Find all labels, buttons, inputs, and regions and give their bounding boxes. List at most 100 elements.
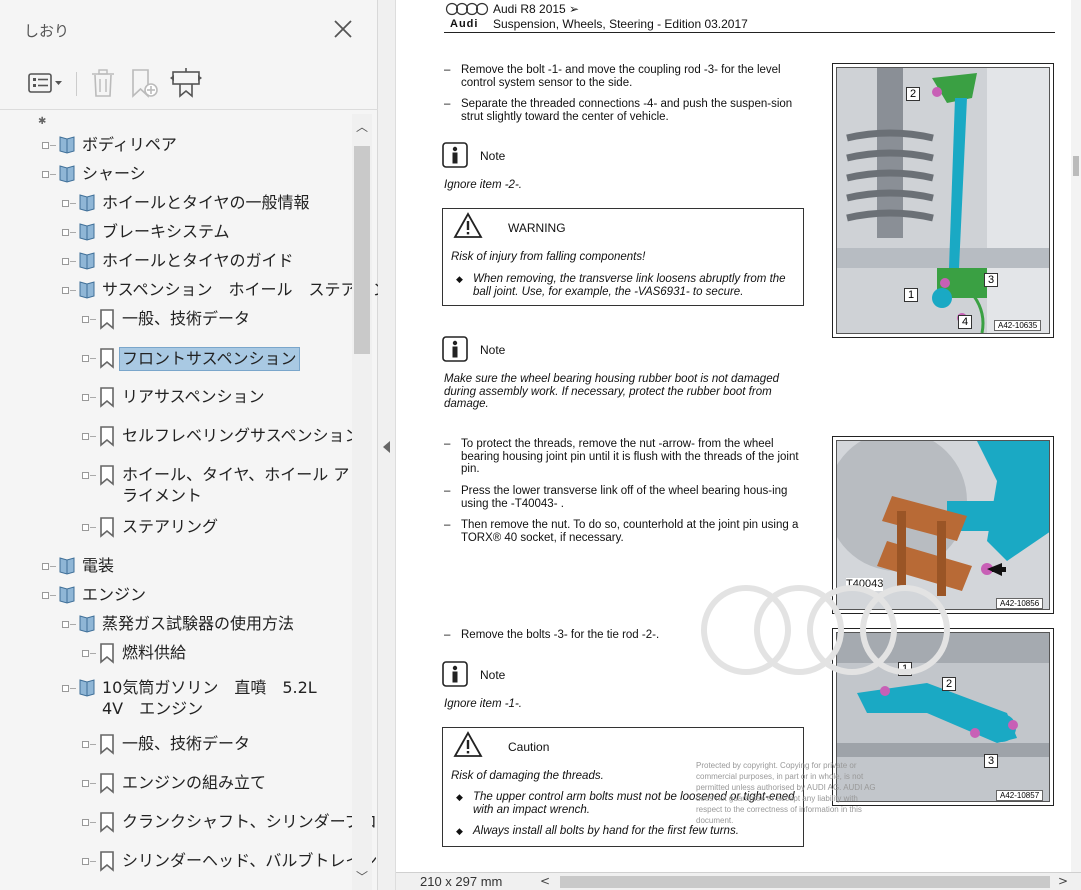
tree-connector <box>70 624 76 625</box>
tree-toggle[interactable] <box>82 780 89 787</box>
tree-toggle[interactable] <box>82 433 89 440</box>
watermark-rings <box>701 585 950 675</box>
bookmark-item[interactable]: 蒸発ガス試験器の使用方法 <box>62 613 294 635</box>
figure-id: A42-10856 <box>996 598 1044 609</box>
bookmark-item[interactable]: エンジン <box>42 584 146 606</box>
add-bookmark-icon[interactable] <box>128 66 162 100</box>
bookmark-expand-icon[interactable] <box>168 66 206 100</box>
tree-toggle[interactable] <box>82 394 89 401</box>
tree-connector <box>70 203 76 204</box>
bookmark-label: シャーシ <box>82 164 146 183</box>
tree-toggle[interactable] <box>62 287 69 294</box>
bookmark-item[interactable]: フロントサスペンション <box>82 347 300 371</box>
step-press-link: Press the lower transverse link off of t… <box>461 485 788 510</box>
close-panel-button[interactable] <box>330 16 356 42</box>
book-icon <box>59 586 75 604</box>
tree-toggle[interactable] <box>82 858 89 865</box>
bookmark-label: サスペンション ホイール ステアリング <box>102 280 378 299</box>
book-icon <box>79 223 95 241</box>
tree-toggle[interactable] <box>62 685 69 692</box>
bookmark-item[interactable]: シャーシ <box>42 163 146 185</box>
options-button[interactable] <box>26 66 66 100</box>
bookmark-label: 燃料供給 <box>122 643 187 662</box>
document-scrollbar[interactable] <box>1071 0 1081 872</box>
tree-toggle[interactable] <box>82 472 89 479</box>
tree-toggle[interactable] <box>82 524 89 531</box>
bookmark-item[interactable]: ホイールとタイヤの一般情報 <box>62 192 310 214</box>
collapse-arrow-icon[interactable] <box>383 441 390 453</box>
trash-icon[interactable] <box>86 66 120 100</box>
document-scrollbar-thumb[interactable] <box>1073 156 1079 176</box>
tree-toggle[interactable] <box>82 819 89 826</box>
bookmark-item[interactable]: ホイールとタイヤのガイド <box>62 250 294 272</box>
new-bookmark-button[interactable] <box>128 66 162 100</box>
tree-toggle[interactable] <box>42 592 49 599</box>
note-info-icon <box>442 142 468 168</box>
bookmark-scrollbar-thumb[interactable] <box>354 146 370 354</box>
book-icon <box>59 557 75 575</box>
bookmark-icon <box>100 465 114 486</box>
tree-toggle[interactable] <box>82 355 89 362</box>
list-options-icon[interactable] <box>26 66 66 100</box>
note-info-icon <box>442 661 468 687</box>
bookmark-item[interactable]: 10気筒ガソリン 直噴 5.2L 4V エンジン <box>62 677 352 718</box>
bookmark-label: 蒸発ガス試験器の使用方法 <box>102 614 295 633</box>
bookmark-item[interactable]: 一般、技術データ <box>82 733 250 755</box>
book-icon <box>59 165 75 183</box>
tree-toggle[interactable] <box>42 171 49 178</box>
tree-connector <box>50 595 56 596</box>
bookmark-icon <box>100 734 114 755</box>
horizontal-scrollbar-thumb[interactable] <box>560 876 1050 888</box>
scroll-left-icon[interactable]: < <box>540 874 550 888</box>
bookmark-item[interactable]: 電装 <box>42 555 114 577</box>
tree-connector <box>90 744 96 745</box>
bookmark-item[interactable]: ステアリング <box>82 516 218 538</box>
bookmark-label: リアサスペンション <box>122 387 265 406</box>
tree-connector <box>90 319 96 320</box>
scroll-up-icon[interactable]: ︿ <box>356 118 368 135</box>
tree-connector <box>50 174 56 175</box>
tree-toggle[interactable] <box>82 741 89 748</box>
bookmark-label: エンジン <box>82 585 147 604</box>
tree-toggle[interactable] <box>82 316 89 323</box>
book-icon <box>79 281 95 299</box>
bookmark-label: フロントサスペンション <box>119 347 300 371</box>
bookmark-item[interactable]: 一般、技術データ <box>82 308 250 330</box>
bookmark-item[interactable]: 燃料供給 <box>82 642 186 664</box>
bookmark-icon <box>100 773 114 794</box>
tree-toggle[interactable] <box>62 200 69 207</box>
scroll-down-icon[interactable]: ﹀ <box>356 868 368 885</box>
bookmark-tree: ボディリペアシャーシホイールとタイヤの一般情報 ブレーキシステムホイールとタイヤの… <box>0 114 378 890</box>
close-icon[interactable] <box>330 16 356 42</box>
tree-connector <box>90 783 96 784</box>
page-size: 210 x 297 mm <box>420 874 503 889</box>
tree-toggle[interactable] <box>42 142 49 149</box>
delete-bookmark-button[interactable] <box>86 66 120 100</box>
bookmark-item[interactable]: クランクシャフト、シリンダーブロック <box>82 811 378 833</box>
bookmark-icon <box>100 851 114 872</box>
step-remove-bolt: Remove the bolt -1- and move the couplin… <box>461 64 781 89</box>
scroll-right-icon[interactable]: > <box>1058 874 1068 888</box>
bookmark-item[interactable]: ボディリペア <box>42 134 177 156</box>
tree-connector <box>90 358 96 359</box>
bookmark-item[interactable]: サスペンション ホイール ステアリング <box>62 279 378 301</box>
tree-toggle[interactable] <box>82 650 89 657</box>
note-text: Ignore item -2-. <box>444 179 522 191</box>
bookmark-label: 一般、技術データ <box>122 734 251 753</box>
expand-bookmark-button[interactable] <box>168 66 206 100</box>
bookmark-item[interactable]: ブレーキシステム <box>62 221 230 243</box>
bookmark-item[interactable]: シリンダーヘッド、バルブトレイン <box>82 850 377 872</box>
tree-connector <box>90 822 96 823</box>
book-icon <box>59 136 75 154</box>
tree-toggle[interactable] <box>42 563 49 570</box>
bookmark-item[interactable]: セルフレベリングサスペンション <box>82 425 361 447</box>
document-view[interactable]: Audi Audi R8 2015 ➢ Suspension, Wheels, … <box>396 0 1081 872</box>
tree-toggle[interactable] <box>62 229 69 236</box>
tree-toggle[interactable] <box>62 621 69 628</box>
bookmarks-panel: しおり ✱ ボディリペア シャーシ ホイールとタイヤの一般情報 ブレーキシステム… <box>0 0 378 890</box>
bookmark-item[interactable]: エンジンの組み立て <box>82 772 266 794</box>
bookmark-item[interactable]: リアサスペンション <box>82 386 265 408</box>
tree-connector <box>50 566 56 567</box>
tree-toggle[interactable] <box>62 258 69 265</box>
bookmark-item[interactable]: ホイール、タイヤ、ホイール アライメント <box>82 464 352 505</box>
